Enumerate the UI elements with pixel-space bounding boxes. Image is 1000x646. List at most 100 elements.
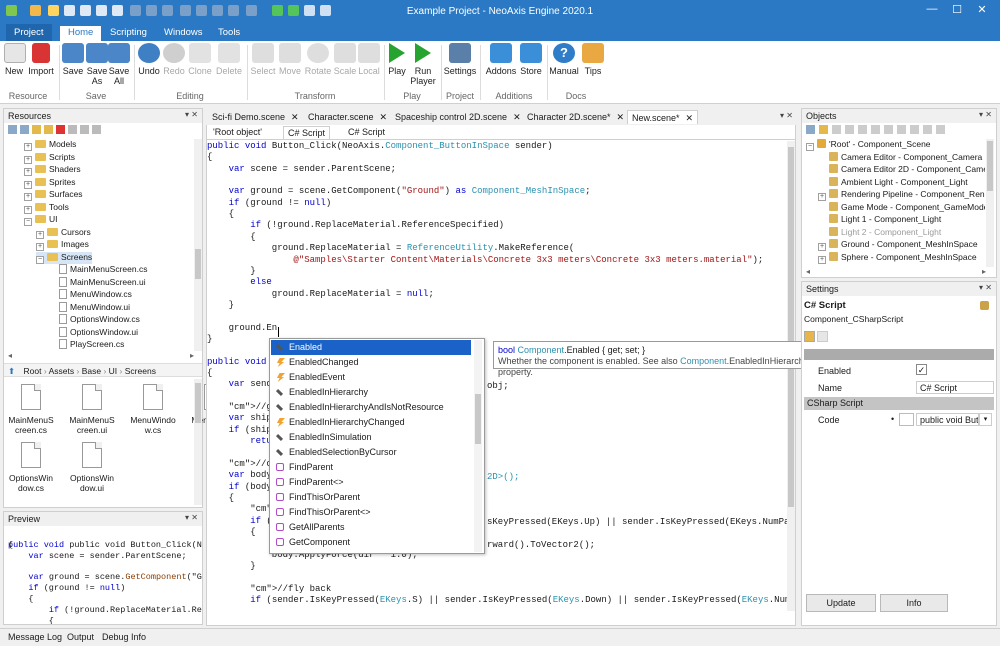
autocomplete-item[interactable]: EnabledEvent (271, 370, 471, 385)
info-button[interactable]: Info (880, 594, 948, 612)
tab-home[interactable]: Home (60, 26, 102, 41)
store-button[interactable]: Store (518, 43, 544, 76)
toolbar-icon[interactable] (832, 125, 841, 134)
breadcrumb-screens[interactable]: Screens (125, 366, 156, 376)
tree-folder[interactable]: + Models (24, 139, 76, 151)
redo-button[interactable]: Redo (162, 43, 186, 76)
close-tab-icon[interactable]: ✕ (617, 112, 625, 122)
rotate-button[interactable]: Rotate (303, 43, 333, 76)
import-button[interactable]: Import (26, 43, 56, 76)
autocomplete-item[interactable]: FindThisOrParent (271, 490, 471, 505)
categorize-icon[interactable] (804, 331, 815, 342)
expand-icon[interactable]: + (818, 255, 826, 264)
autocomplete-item[interactable]: EnabledInHierarchyAndIsNotResource (271, 400, 471, 415)
object-item[interactable]: Camera Editor - Component_Camera (818, 151, 982, 164)
autocomplete-list[interactable]: Enabled EnabledChanged EnabledEvent Enabled… (269, 338, 485, 554)
name-field[interactable]: C# Script (916, 381, 994, 394)
tab-new-scene[interactable]: New.scene* ✕ (627, 110, 699, 124)
close-tab-icon[interactable]: ✕ (686, 113, 694, 123)
file-icon[interactable] (143, 384, 163, 410)
expand-icon[interactable]: + (818, 243, 826, 251)
panel-controls-icon[interactable]: ▾ ✕ (979, 110, 992, 119)
delete-icon[interactable] (56, 125, 65, 134)
file-icon[interactable] (21, 442, 41, 468)
tab-character-2d[interactable]: Character 2D.scene* ✕ (523, 110, 628, 124)
expand-icon[interactable]: + (24, 193, 32, 201)
toolbar-icon[interactable] (20, 125, 29, 134)
file-name[interactable]: OptionsWin dow.cs (8, 473, 54, 493)
tree-folder[interactable]: − UI (24, 214, 58, 226)
local-button[interactable]: Local (357, 43, 381, 76)
tree-hscrollbar[interactable]: ◂ ▸ (8, 351, 194, 361)
toolbar-icon[interactable] (8, 125, 17, 134)
folder-icon[interactable] (32, 125, 41, 134)
tab-sci-fi-demo[interactable]: Sci-fi Demo.scene ✕ (208, 110, 303, 124)
tab-scripting[interactable]: Scripting (102, 26, 155, 41)
toolbar-icon[interactable] (897, 125, 906, 134)
tips-button[interactable]: Tips (582, 43, 604, 76)
file-icon[interactable] (21, 384, 41, 410)
close-tab-icon[interactable]: ✕ (513, 112, 521, 122)
file-scrollbar[interactable] (194, 379, 202, 505)
autocomplete-item[interactable]: EnabledInHierarchyChanged (271, 415, 471, 430)
breadcrumb-assets[interactable]: Assets (49, 366, 75, 376)
copy-icon[interactable] (68, 125, 77, 134)
toolbar-icon[interactable] (936, 125, 945, 134)
expand-icon[interactable]: − (806, 143, 814, 151)
autocomplete-item[interactable]: EnabledInSimulation (271, 430, 471, 445)
objects-hscrollbar[interactable]: ◂ ▸ (806, 267, 986, 277)
toolbar-icon[interactable] (845, 125, 854, 134)
tab-tools[interactable]: Tools (210, 26, 248, 41)
code-edit-button[interactable] (899, 413, 914, 426)
file-icon[interactable] (82, 384, 102, 410)
tree-file[interactable]: OptionsWindow.ui (48, 326, 138, 339)
toolbar-icon[interactable] (858, 125, 867, 134)
expand-icon[interactable]: + (36, 230, 44, 239)
autocomplete-item[interactable]: Enabled (271, 340, 471, 355)
object-item[interactable]: + Ground - Component_MeshInSpace (818, 239, 978, 251)
save-button[interactable]: Save (62, 43, 84, 76)
addons-button[interactable]: Addons (484, 43, 518, 76)
file-name[interactable]: MainMenuS creen.cs (8, 415, 54, 435)
object-item[interactable]: Light 1 - Component_Light (818, 214, 941, 226)
scale-button[interactable]: Scale (333, 43, 357, 76)
tree-file[interactable]: OptionsWindow.cs (48, 314, 140, 326)
new-button[interactable]: New (4, 43, 26, 76)
expand-icon[interactable]: − (36, 255, 44, 264)
file-name[interactable]: OptionsWin dow.ui (69, 473, 115, 493)
breadcrumb-root[interactable]: Root (24, 366, 42, 376)
undo-button[interactable]: Undo (136, 43, 162, 76)
tree-file[interactable]: MainMenuScreen.ui (48, 276, 146, 289)
tree-file[interactable]: PlayScreen.cs (48, 339, 124, 351)
tree-folder[interactable]: − Screens (36, 251, 93, 264)
cut-icon[interactable] (80, 125, 89, 134)
toolbar-icon[interactable] (871, 125, 880, 134)
object-item[interactable]: Ambient Light - Component_Light (818, 176, 968, 189)
toolbar-icon[interactable] (910, 125, 919, 134)
settings-button[interactable]: Settings (443, 43, 477, 76)
expand-icon[interactable]: + (818, 193, 826, 201)
minimize-button[interactable]: — (922, 3, 942, 19)
tree-file[interactable]: MainMenuScreen.cs (48, 264, 147, 276)
autocomplete-item[interactable]: FindParent (271, 460, 471, 475)
close-button[interactable]: ✕ (972, 3, 992, 19)
file-name[interactable]: MainMenuS creen.ui (69, 415, 115, 435)
code-field[interactable]: public void Buttr (916, 413, 979, 426)
add-icon[interactable] (819, 125, 828, 134)
autocomplete-item[interactable]: EnabledChanged (271, 355, 471, 370)
play-button[interactable]: Play (386, 43, 408, 76)
clone-button[interactable]: Clone (186, 43, 214, 76)
tree-scrollbar[interactable] (194, 139, 202, 351)
tabs-menu-icon[interactable]: ▾ ✕ (780, 111, 793, 120)
manual-button[interactable]: ? Manual (548, 43, 580, 76)
tab-character[interactable]: Character.scene ✕ (304, 110, 391, 124)
update-button[interactable]: Update (806, 594, 876, 612)
object-item[interactable]: Camera Editor 2D - Component_Camera (818, 164, 985, 176)
tree-folder[interactable]: + Sprites (24, 177, 75, 189)
folder-icon[interactable] (44, 125, 53, 134)
tree-file[interactable]: MenuWindow.ui (48, 301, 130, 314)
tab-windows[interactable]: Windows (156, 26, 211, 41)
expand-icon[interactable]: + (24, 168, 32, 176)
objects-scrollbar[interactable] (986, 139, 994, 267)
breadcrumb-ui[interactable]: UI (109, 366, 118, 376)
